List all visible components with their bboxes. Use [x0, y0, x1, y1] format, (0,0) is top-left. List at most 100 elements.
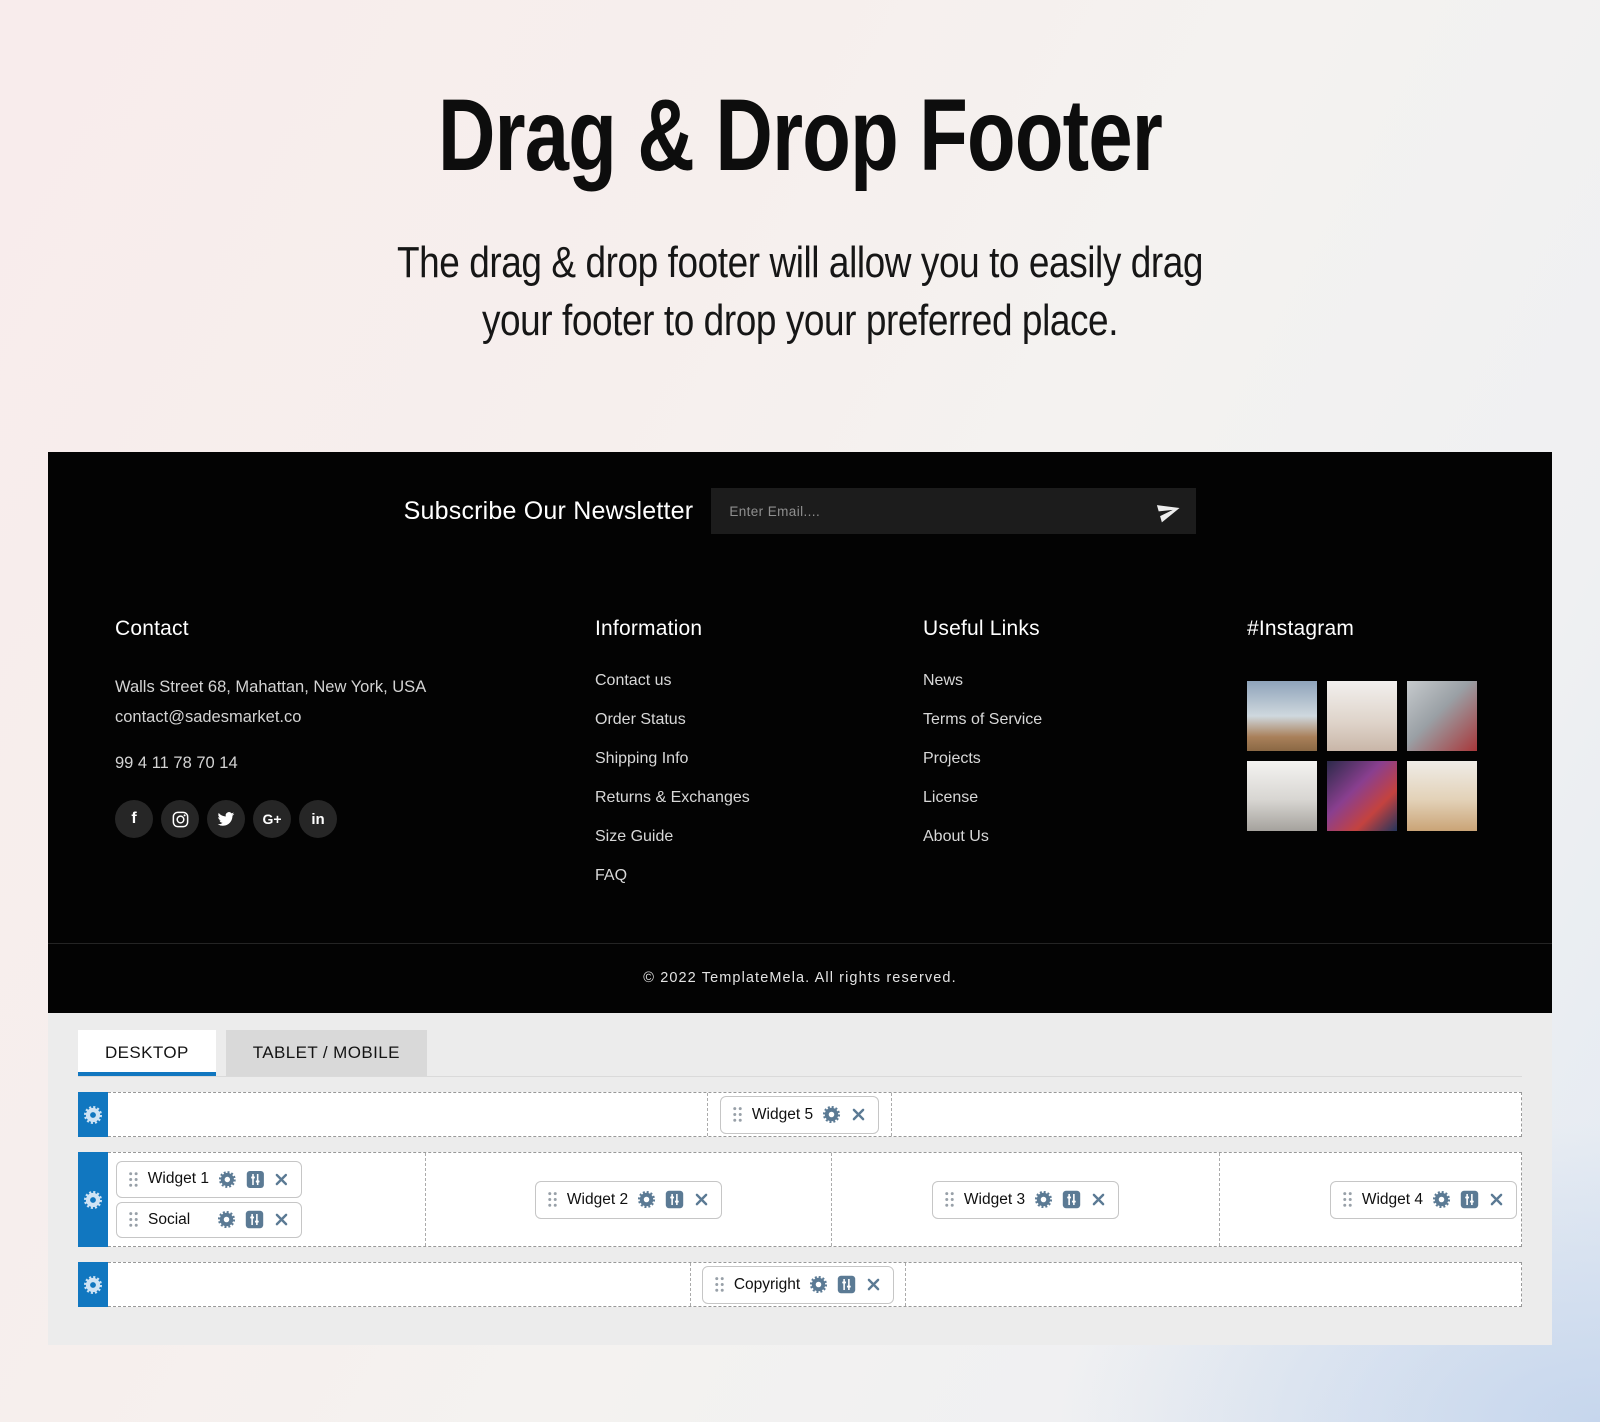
subtitle-line-1: The drag & drop footer will allow you to…: [128, 234, 1472, 292]
builder-row-1: Widget 5: [78, 1092, 1522, 1137]
sliders-icon[interactable]: [837, 1275, 856, 1294]
close-icon[interactable]: [850, 1106, 867, 1123]
widget-label: Widget 3: [964, 1191, 1025, 1209]
useful-links: News Terms of Service Projects License A…: [923, 672, 1247, 846]
instagram-photo-cyclist[interactable]: [1247, 681, 1317, 751]
link-returns-exchanges[interactable]: Returns & Exchanges: [595, 789, 750, 806]
gear-icon[interactable]: [217, 1210, 236, 1229]
gear-icon[interactable]: [637, 1190, 656, 1209]
drag-handle-icon[interactable]: [944, 1191, 955, 1208]
widget-chip-widget2[interactable]: Widget 2: [535, 1181, 722, 1219]
row-settings-button[interactable]: [78, 1262, 108, 1307]
builder-row-2: Widget 1 Social: [78, 1152, 1522, 1247]
drop-cell[interactable]: [108, 1263, 691, 1306]
close-icon[interactable]: [1090, 1191, 1107, 1208]
twitter-glyph: [217, 810, 235, 828]
drag-handle-icon[interactable]: [128, 1171, 139, 1188]
drag-handle-icon[interactable]: [547, 1191, 558, 1208]
drag-handle-icon[interactable]: [732, 1106, 743, 1123]
instagram-glyph: [171, 810, 190, 829]
widget-chip-widget3[interactable]: Widget 3: [932, 1181, 1119, 1219]
close-icon[interactable]: [865, 1276, 882, 1293]
close-icon[interactable]: [693, 1191, 710, 1208]
sliders-icon[interactable]: [246, 1170, 265, 1189]
link-license[interactable]: License: [923, 789, 978, 806]
contact-email: contact@sadesmarket.co: [115, 702, 595, 732]
link-size-guide[interactable]: Size Guide: [595, 828, 673, 845]
link-about-us[interactable]: About Us: [923, 828, 989, 845]
contact-phone: 99 4 11 78 70 14: [115, 748, 595, 778]
drop-cell[interactable]: Widget 2: [426, 1153, 832, 1246]
instagram-photo-child-glasses[interactable]: [1327, 681, 1397, 751]
sliders-icon[interactable]: [1460, 1190, 1479, 1209]
link-terms-of-service[interactable]: Terms of Service: [923, 711, 1042, 728]
social-icons: f G+: [115, 800, 595, 838]
link-news[interactable]: News: [923, 672, 963, 689]
link-shipping-info[interactable]: Shipping Info: [595, 750, 688, 767]
gear-icon[interactable]: [1432, 1190, 1451, 1209]
row-cells: Copyright: [108, 1262, 1522, 1307]
gear-icon[interactable]: [822, 1105, 841, 1124]
widget-chip-widget5[interactable]: Widget 5: [720, 1096, 879, 1134]
link-contact-us[interactable]: Contact us: [595, 672, 671, 689]
widget-chip-social[interactable]: Social: [116, 1202, 302, 1239]
link-faq[interactable]: FAQ: [595, 867, 627, 884]
gear-icon[interactable]: [1034, 1190, 1053, 1209]
widget-chip-widget4[interactable]: Widget 4: [1330, 1181, 1517, 1219]
builder-tabbar: DESKTOP TABLET / MOBILE: [78, 1013, 1522, 1077]
gear-icon[interactable]: [218, 1170, 237, 1189]
drop-cell[interactable]: [906, 1263, 1521, 1306]
instagram-photo-firefighter[interactable]: [1327, 761, 1397, 831]
close-icon[interactable]: [1488, 1191, 1505, 1208]
sliders-icon[interactable]: [665, 1190, 684, 1209]
instagram-photo-wedding[interactable]: [1407, 761, 1477, 831]
tab-tablet-mobile[interactable]: TABLET / MOBILE: [226, 1030, 427, 1076]
drag-handle-icon[interactable]: [714, 1276, 725, 1293]
facebook-icon[interactable]: f: [115, 800, 153, 838]
widget-label: Widget 1: [148, 1170, 209, 1188]
instagram-photo-bedroom[interactable]: [1247, 761, 1317, 831]
newsletter-bar: Subscribe Our Newsletter: [48, 452, 1552, 564]
close-icon[interactable]: [273, 1171, 290, 1188]
link-order-status[interactable]: Order Status: [595, 711, 686, 728]
drop-cell[interactable]: Widget 1 Social: [108, 1153, 426, 1246]
link-projects[interactable]: Projects: [923, 750, 981, 767]
drag-handle-icon[interactable]: [128, 1211, 139, 1228]
gear-icon: [83, 1275, 103, 1295]
tab-desktop[interactable]: DESKTOP: [78, 1030, 216, 1076]
instagram-icon[interactable]: [161, 800, 199, 838]
footer-preview: Subscribe Our Newsletter Contact Walls S…: [48, 452, 1552, 1020]
drag-handle-icon[interactable]: [1342, 1191, 1353, 1208]
drop-cell[interactable]: Widget 5: [708, 1093, 892, 1136]
row-settings-button[interactable]: [78, 1092, 108, 1137]
gear-icon[interactable]: [809, 1275, 828, 1294]
widget-chip-widget1[interactable]: Widget 1: [116, 1161, 302, 1198]
google-plus-icon[interactable]: G+: [253, 800, 291, 838]
drop-cell[interactable]: Copyright: [691, 1263, 906, 1306]
drop-cell[interactable]: [892, 1093, 1521, 1136]
instagram-photo-mechanic[interactable]: [1407, 681, 1477, 751]
subtitle-line-2: your footer to drop your preferred place…: [128, 292, 1472, 350]
footer-builder-panel: DESKTOP TABLET / MOBILE Widget 5: [48, 1013, 1552, 1345]
widget-label: Widget 5: [752, 1106, 813, 1124]
twitter-icon[interactable]: [207, 800, 245, 838]
drop-cell[interactable]: [108, 1093, 708, 1136]
contact-heading: Contact: [115, 617, 595, 641]
sliders-icon[interactable]: [245, 1210, 264, 1229]
close-icon[interactable]: [273, 1211, 290, 1228]
copyright-text: © 2022 TemplateMela. All rights reserved…: [643, 970, 956, 986]
row-settings-button[interactable]: [78, 1152, 108, 1247]
newsletter-send-button[interactable]: [1156, 498, 1182, 524]
newsletter-label: Subscribe Our Newsletter: [404, 497, 694, 526]
sliders-icon[interactable]: [1062, 1190, 1081, 1209]
drop-cell[interactable]: Widget 3: [832, 1153, 1220, 1246]
drop-cell[interactable]: Widget 4: [1220, 1153, 1521, 1246]
copyright-bar: © 2022 TemplateMela. All rights reserved…: [48, 943, 1552, 1020]
linkedin-icon[interactable]: in: [299, 800, 337, 838]
newsletter-email-input[interactable]: [711, 488, 1196, 534]
newsletter-email-wrap: [711, 488, 1196, 534]
row-cells: Widget 5: [108, 1092, 1522, 1137]
widget-chip-copyright[interactable]: Copyright: [702, 1266, 894, 1304]
instagram-heading: #Instagram: [1247, 617, 1487, 641]
gear-icon: [83, 1190, 103, 1210]
